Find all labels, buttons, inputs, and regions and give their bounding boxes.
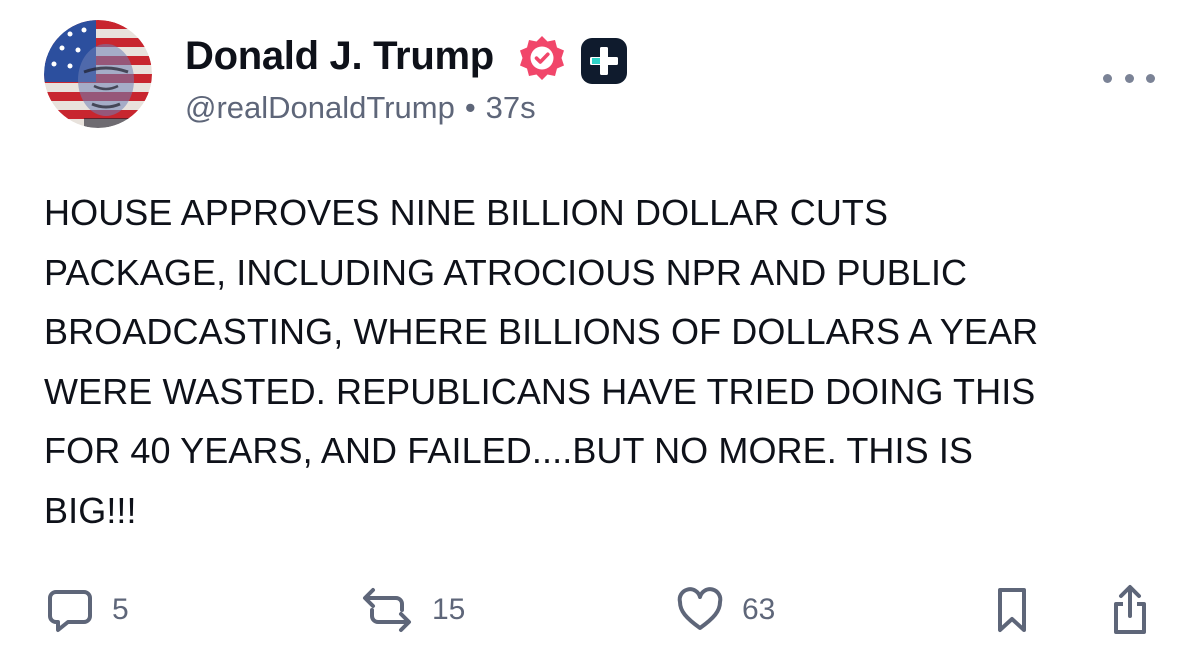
post-text-line: PACKAGE, INCLUDING ATROCIOUS NPR AND PUB… xyxy=(44,251,968,293)
post-text-line: BROADCASTING, WHERE BILLIONS OF DOLLARS … xyxy=(44,311,1039,352)
plus-badge-icon xyxy=(581,38,627,84)
post-text-line: WERE WASTED. REPUBLICANS HAVE TRIED DOIN… xyxy=(44,370,1036,412)
more-options-icon[interactable] xyxy=(1103,66,1155,90)
bookmark-button[interactable] xyxy=(994,584,1030,636)
display-name[interactable]: Donald J. Trump xyxy=(185,32,494,80)
verified-badge-icon xyxy=(520,36,564,80)
post-text-line: FOR 40 YEARS, AND FAILED....BUT NO MORE.… xyxy=(44,430,974,471)
reply-icon xyxy=(48,590,92,632)
reply-count: 5 xyxy=(112,593,129,626)
like-button[interactable]: 63 xyxy=(676,584,775,636)
repost-button[interactable]: 15 xyxy=(360,584,465,636)
heart-icon xyxy=(677,587,723,630)
meta-separator: • xyxy=(464,90,476,125)
reply-button[interactable]: 5 xyxy=(46,584,129,636)
repost-count: 15 xyxy=(432,593,466,626)
post-card: Donald J. Trump @realDonaldTrump • 37s HOU… xyxy=(0,0,1200,658)
bookmark-icon xyxy=(998,588,1026,632)
post-timestamp[interactable]: 37s xyxy=(486,90,536,125)
post-text: HOUSE APPROVES NINE BILLION DOLLAR CUTS … xyxy=(44,183,1164,540)
author-handle[interactable]: @realDonaldTrump xyxy=(185,90,455,125)
post-meta: @realDonaldTrump • 37s xyxy=(185,88,536,128)
avatar[interactable] xyxy=(44,20,152,128)
share-button[interactable] xyxy=(1110,584,1150,636)
repost-icon xyxy=(363,588,411,632)
post-text-line: HOUSE APPROVES NINE BILLION DOLLAR CUTS xyxy=(44,192,889,233)
post-text-line: BIG!!! xyxy=(44,489,137,531)
like-count: 63 xyxy=(742,593,776,626)
avatar-image xyxy=(44,20,152,128)
share-icon xyxy=(1114,585,1146,634)
